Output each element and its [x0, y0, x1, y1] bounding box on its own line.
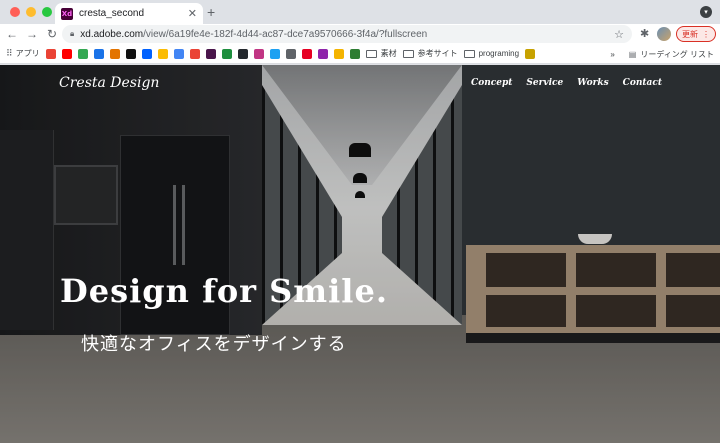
bookmark-site-1[interactable] [93, 48, 104, 59]
bookmark-item-badge[interactable] [525, 48, 536, 59]
site-3-icon [173, 48, 184, 59]
gmail-icon [45, 48, 56, 59]
url-path: /view/6a19fe4e-182f-4d44-ac87-dce7a95706… [143, 28, 428, 40]
nav-link-contact[interactable]: Contact [623, 78, 662, 88]
bookmark-star-icon[interactable]: ☆ [614, 28, 624, 41]
bookmarks-right: » ▤ リーディング リスト [610, 49, 714, 60]
bookmark-dropbox[interactable] [141, 48, 152, 59]
site-10-icon [333, 48, 344, 59]
bookmarks-bar: ⠿ アプリ 素材 参考サイト programing » ▤ リーディング リスト [0, 44, 720, 64]
tab-strip: Xd cresta_second ✕ + ▾ [0, 0, 720, 24]
bookmark-folder-sozai[interactable]: 素材 [365, 48, 397, 59]
browser-toolbar: ← → ↻ 🔒︎ xd.adobe.com/view/6a19fe4e-182f… [0, 24, 720, 44]
hero-headline: Design for Smile. [60, 272, 388, 310]
maximize-window-button[interactable] [42, 7, 52, 17]
bookmark-site-3[interactable] [173, 48, 184, 59]
bookmark-site-9[interactable] [317, 48, 328, 59]
bookmark-icon-list [45, 48, 366, 59]
site-9-icon [317, 48, 328, 59]
pinterest-icon [301, 48, 312, 59]
site-8-icon [285, 48, 296, 59]
site-logo[interactable]: Cresta Design [59, 75, 159, 91]
notion-icon [125, 48, 136, 59]
folder-label: 素材 [380, 49, 397, 58]
url-host: xd.adobe.com [80, 28, 144, 40]
bookmark-instagram[interactable] [253, 48, 264, 59]
reload-button[interactable]: ↻ [42, 27, 62, 41]
bookmark-maps[interactable] [77, 48, 88, 59]
nav-link-works[interactable]: Works [577, 78, 608, 88]
bookmark-notion[interactable] [125, 48, 136, 59]
site-7-icon [269, 48, 280, 59]
site-4-icon [189, 48, 200, 59]
site-nav: Concept Service Works Contact [471, 78, 662, 88]
tab-search-icon[interactable]: ▾ [700, 6, 712, 18]
bookmark-folder-reference[interactable]: 参考サイト [402, 48, 458, 59]
apps-grid-icon: ⠿ [6, 48, 13, 58]
profile-avatar[interactable] [657, 27, 671, 41]
url-text[interactable]: xd.adobe.com/view/6a19fe4e-182f-4d44-ac8… [80, 29, 614, 40]
maps-icon [77, 48, 88, 59]
nav-link-service[interactable]: Service [526, 78, 563, 88]
bookmark-site-7[interactable] [269, 48, 280, 59]
bookmark-pinterest[interactable] [301, 48, 312, 59]
update-button[interactable]: 更新 ⋮ [676, 26, 716, 42]
site-1-icon [93, 48, 104, 59]
close-tab-icon[interactable]: ✕ [188, 7, 197, 20]
site-6-icon [237, 48, 248, 59]
folder-icon [365, 49, 377, 58]
window-controls [10, 7, 52, 17]
folder-icon [463, 49, 475, 58]
forward-button[interactable]: → [22, 27, 42, 41]
bookmark-site-6[interactable] [237, 48, 248, 59]
bookmark-apps[interactable]: ⠿ アプリ [6, 48, 40, 59]
close-window-button[interactable] [10, 7, 20, 17]
reading-list-button[interactable]: リーディング リスト [640, 49, 714, 60]
bookmark-site-4[interactable] [189, 48, 200, 59]
tab-title: cresta_second [79, 8, 145, 19]
bookmark-drive[interactable] [157, 48, 168, 59]
browser-tab[interactable]: Xd cresta_second ✕ [55, 3, 203, 24]
more-menu-icon: ⋮ [702, 29, 710, 39]
new-tab-button[interactable]: + [207, 4, 215, 20]
hero-section: Cresta Design Concept Service Works Cont… [0, 65, 720, 443]
apps-label: アプリ [15, 49, 40, 58]
bookmark-site-11[interactable] [349, 48, 360, 59]
folder-icon [402, 49, 414, 58]
bookmark-site-8[interactable] [285, 48, 296, 59]
lock-icon: 🔒︎ [70, 29, 75, 38]
reading-list-icon: ▤ [628, 50, 637, 59]
extensions-puzzle-icon[interactable]: ✱ [640, 27, 649, 40]
hero-subheadline: 快適なオフィスをデザインする [81, 334, 347, 355]
back-button[interactable]: ← [2, 27, 22, 41]
folder-label: programing [478, 49, 520, 58]
bookmark-site-2[interactable] [109, 48, 120, 59]
update-label: 更新 [682, 29, 698, 39]
bookmarks-overflow-button[interactable]: » [610, 50, 614, 59]
bookmark-site-10[interactable] [333, 48, 344, 59]
bookmark-gmail[interactable] [45, 48, 56, 59]
bookmark-site-5[interactable] [221, 48, 232, 59]
site-5-icon [221, 48, 232, 59]
bookmark-slack[interactable] [205, 48, 216, 59]
bookmark-youtube[interactable] [61, 48, 72, 59]
minimize-window-button[interactable] [26, 7, 36, 17]
youtube-icon [61, 48, 72, 59]
site-2-icon [109, 48, 120, 59]
folder-label: 参考サイト [417, 49, 458, 58]
adobe-xd-icon: Xd [61, 7, 73, 20]
site-badge-icon [525, 48, 536, 59]
instagram-icon [253, 48, 264, 59]
address-bar[interactable]: 🔒︎ xd.adobe.com/view/6a19fe4e-182f-4d44-… [62, 25, 632, 43]
site-11-icon [349, 48, 360, 59]
bookmark-folder-programing[interactable]: programing [463, 49, 520, 58]
nav-link-concept[interactable]: Concept [471, 78, 512, 88]
dropbox-icon [141, 48, 152, 59]
drive-icon [157, 48, 168, 59]
slack-icon [205, 48, 216, 59]
